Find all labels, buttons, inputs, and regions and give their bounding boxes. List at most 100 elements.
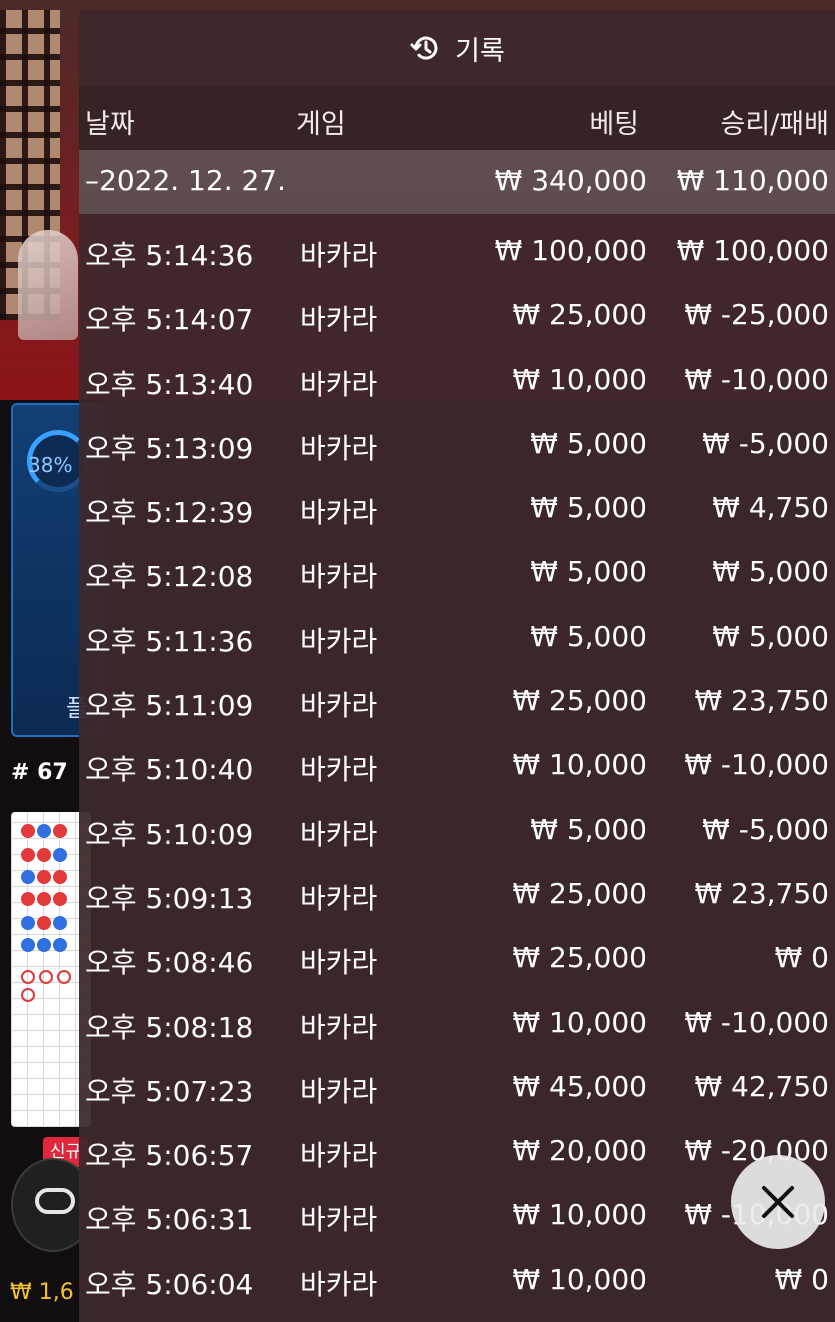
row-time: 오후 5:13:09 — [85, 431, 254, 465]
row-game: 바카라 — [300, 1010, 378, 1044]
row-time: 오후 5:06:57 — [85, 1139, 254, 1173]
column-header-bet: 베팅 — [589, 109, 639, 140]
column-header-date: 날짜 — [85, 109, 135, 140]
history-row[interactable]: 오후 5:06:31바카라₩ 10,000₩ -10,000 — [79, 1184, 835, 1248]
balance-amount: ₩ 1,6 — [10, 1280, 74, 1305]
panel-title: 기록 — [455, 35, 505, 67]
row-bet: ₩ 25,000 — [512, 684, 647, 718]
row-time: 오후 5:11:36 — [85, 624, 254, 658]
row-game: 바카라 — [300, 1267, 378, 1301]
stat-percent: 38% — [28, 453, 73, 477]
row-win-loss: ₩ -5,000 — [702, 426, 829, 460]
row-time: 오후 5:10:40 — [85, 753, 254, 787]
history-icon — [410, 36, 438, 60]
row-time: 오후 5:07:23 — [85, 1074, 254, 1108]
roadmap-dot — [37, 824, 51, 838]
roadmap-dot — [53, 824, 67, 838]
row-time: 오후 5:14:07 — [85, 303, 254, 337]
row-game: 바카라 — [300, 881, 378, 915]
roadmap-dot — [37, 848, 51, 862]
history-row[interactable]: 오후 5:06:04 바카라 ₩ 10,000 ₩ 0 — [79, 1249, 835, 1313]
roadmap-dot — [37, 916, 51, 930]
row-bet: ₩ 5,000 — [530, 555, 647, 589]
round-number: # 67 — [11, 760, 68, 785]
row-bet: ₩ 25,000 — [512, 876, 647, 910]
history-row[interactable]: 오후 5:12:39 바카라 ₩ 5,000 ₩ 4,750 — [79, 477, 835, 541]
history-row[interactable]: 오후 5:14:36 바카라 ₩ 100,000 ₩ 100,000 — [79, 220, 835, 284]
roadmap-dot — [21, 870, 35, 884]
row-win-loss: ₩ 42,750 — [694, 1069, 829, 1103]
panel-header: 기록 — [79, 10, 835, 86]
row-time: 오후 5:09:13 — [85, 881, 254, 915]
row-bet: ₩ 20,000 — [512, 1134, 647, 1168]
row-win-loss: ₩ 4,750 — [712, 491, 829, 525]
history-row[interactable]: 오후 5:08:18 바카라 ₩ 10,000 ₩ -10,000 — [79, 992, 835, 1056]
row-bet: ₩ 10,000 — [512, 1198, 647, 1232]
history-row[interactable]: 오후 5:14:07 바카라 ₩ 25,000 ₩ -25,000 — [79, 284, 835, 348]
roadmap-ring — [21, 988, 35, 1002]
roadmap-dot — [53, 916, 67, 930]
row-bet: ₩ 5,000 — [530, 426, 647, 460]
column-header-row: 날짜 게임 베팅 승리/패배 — [79, 86, 835, 150]
row-time: 오후 5:13:40 — [85, 367, 254, 401]
roadmap-dot — [53, 938, 67, 952]
row-win-loss: ₩ -10,000 — [684, 1005, 829, 1039]
row-win-loss: ₩ -10,000 — [684, 748, 829, 782]
summary-bet-total: ₩ 340,000 — [494, 164, 647, 197]
row-bet: ₩ 100,000 — [494, 234, 647, 267]
row-game: 바카라 — [300, 689, 378, 723]
row-time: 오후 5:06:04 — [85, 1267, 254, 1301]
roadmap-dot — [53, 870, 67, 884]
close-button[interactable] — [731, 1155, 825, 1249]
bet-history-panel: 기록 날짜 게임 베팅 승리/패배 –2022. 12. 27. ₩ 340,0… — [79, 10, 835, 1322]
roadmap-ring — [21, 970, 35, 984]
row-time: 오후 5:10:09 — [85, 817, 254, 851]
roadmap-dot — [53, 848, 67, 862]
roadmap-dot — [37, 870, 51, 884]
row-bet: ₩ 10,000 — [512, 1262, 647, 1296]
history-row[interactable]: 오후 5:13:09 바카라 ₩ 5,000 ₩ -5,000 — [79, 413, 835, 477]
date-summary-row[interactable]: –2022. 12. 27. ₩ 340,000 ₩ 110,000 — [79, 150, 835, 214]
row-time: 오후 5:14:36 — [85, 239, 254, 272]
row-bet: ₩ 25,000 — [512, 941, 647, 975]
row-win-loss: ₩ -25,000 — [684, 298, 829, 332]
history-row[interactable]: 오후 5:11:09 바카라 ₩ 25,000 ₩ 23,750 — [79, 670, 835, 734]
history-row[interactable]: 오후 5:13:40 바카라 ₩ 10,000 ₩ -10,000 — [79, 349, 835, 413]
row-game: 바카라 — [300, 367, 378, 401]
roadmap-dot — [21, 892, 35, 906]
roadmap-dot — [21, 824, 35, 838]
row-time: 오후 5:06:31 — [85, 1203, 254, 1237]
roadmap-dot — [21, 938, 35, 952]
history-row[interactable]: 오후 5:07:23 바카라 ₩ 45,000 ₩ 42,750 — [79, 1056, 835, 1120]
history-row[interactable]: 오후 5:10:09 바카라 ₩ 5,000 ₩ -5,000 — [79, 799, 835, 863]
row-time: 오후 5:12:39 — [85, 496, 254, 530]
history-row[interactable]: 오후 5:09:13 바카라 ₩ 25,000 ₩ 23,750 — [79, 863, 835, 927]
history-row[interactable]: 오후 5:11:36 바카라 ₩ 5,000 ₩ 5,000 — [79, 606, 835, 670]
roadmap-dot — [37, 892, 51, 906]
row-bet: ₩ 5,000 — [530, 491, 647, 525]
history-row[interactable]: 오후 5:06:57 바카라 ₩ 20,000 ₩ -20,000 — [79, 1120, 835, 1184]
row-bet: ₩ 10,000 — [512, 748, 647, 782]
row-game: 바카라 — [300, 239, 378, 272]
row-game: 바카라 — [300, 496, 378, 530]
roadmap-dot — [37, 938, 51, 952]
row-bet: ₩ 45,000 — [512, 1069, 647, 1103]
row-win-loss: ₩ 0 — [774, 941, 829, 975]
history-row[interactable]: 오후 5:12:08 바카라 ₩ 5,000 ₩ 5,000 — [79, 541, 835, 605]
row-win-loss: ₩ 5,000 — [712, 619, 829, 653]
row-time: 오후 5:08:46 — [85, 946, 254, 980]
row-bet: ₩ 25,000 — [512, 298, 647, 332]
row-bet: ₩ 5,000 — [530, 619, 647, 653]
row-bet: ₩ 5,000 — [530, 812, 647, 846]
row-time: 오후 5:11:09 — [85, 689, 254, 723]
roadmap-ring — [39, 970, 53, 984]
history-row[interactable]: 오후 5:10:40 바카라 ₩ 10,000 ₩ -10,000 — [79, 734, 835, 798]
history-row[interactable]: 오후 5:08:46 바카라 ₩ 25,000 ₩ 0 — [79, 927, 835, 991]
chip-stack-icon — [35, 1188, 75, 1214]
row-game: 바카라 — [300, 303, 378, 337]
row-game: 바카라 — [300, 817, 378, 851]
row-game: 바카라 — [300, 431, 378, 465]
row-game: 바카라 — [300, 946, 378, 980]
row-time: 오후 5:12:08 — [85, 560, 254, 594]
summary-date: –2022. 12. 27. — [85, 164, 287, 197]
